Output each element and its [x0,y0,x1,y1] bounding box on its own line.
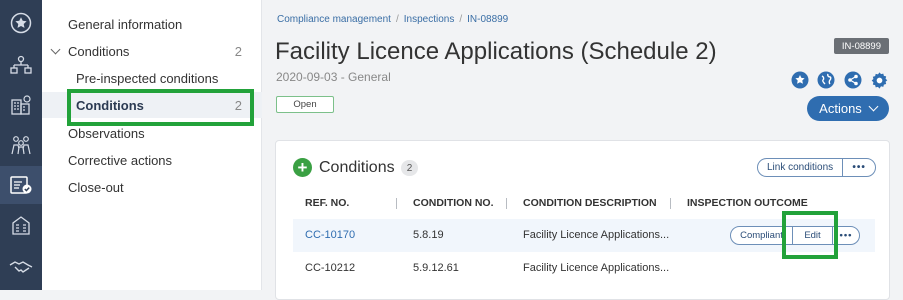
condition-description-cell: Facility Licence Applications... [523,262,670,274]
breadcrumb: Compliance management / Inspections / IN… [277,14,508,25]
card-title: Conditions [319,159,395,176]
sidebar-item-label: Conditions [68,43,130,59]
page-subtitle: 2020-09-03 - General [276,70,391,84]
handshake-icon[interactable] [0,248,42,286]
sidebar-item-close-out[interactable]: Close-out [42,174,262,200]
link-conditions-button[interactable]: Link conditions [758,159,844,176]
sidebar-item-label: Corrective actions [68,152,173,168]
column-header-condition-description[interactable]: CONDITION DESCRIPTION [523,197,657,209]
group-people-icon[interactable] [0,126,42,164]
highlight-box [67,89,254,126]
ref-no-cell[interactable]: CC-10212 [305,262,355,274]
page-title: Facility Licence Applications (Schedule … [275,38,717,65]
breadcrumb-separator: / [459,14,463,25]
breadcrumb-separator: / [395,14,399,25]
sidebar-item-count: 2 [234,43,242,59]
condition-no-cell: 5.9.12.61 [413,262,459,274]
sidebar-item-label: Observations [68,125,145,141]
condition-no-cell: 5.8.19 [413,229,444,241]
condition-description-cell: Facility Licence Applications... [523,229,670,241]
sidebar-item-general-information[interactable]: General information [42,11,262,37]
app-icon-rail [0,0,42,290]
inspection-checklist-icon[interactable] [0,166,42,204]
record-sidebar-nav: General information Conditions 2 Pre-ins… [42,0,262,290]
column-divider [670,198,671,209]
facility-building-icon[interactable] [0,206,42,244]
share-icon[interactable] [843,70,863,90]
breadcrumb-link-compliance-management[interactable]: Compliance management [277,14,391,25]
more-options-button[interactable]: ••• [843,159,875,176]
breadcrumb-current: IN-08899 [467,14,509,25]
column-header-condition-no[interactable]: CONDITION NO. [413,197,494,209]
globe-icon[interactable] [816,70,836,90]
sidebar-item-label: General information [68,16,183,32]
chevron-down-icon[interactable] [50,44,61,55]
sidebar-item-label: Close-out [68,179,124,195]
count-badge: 2 [401,160,418,176]
column-header-inspection-outcome[interactable]: INSPECTION OUTCOME [687,197,808,209]
conditions-card: + Conditions 2 Link conditions ••• REF. … [275,140,890,300]
column-divider [396,198,397,209]
actions-button-label: Actions [819,101,862,116]
sidebar-item-label: Pre-inspected conditions [76,70,219,86]
column-header-ref-no[interactable]: REF. NO. [305,197,349,209]
link-conditions-button-group: Link conditions ••• [757,158,877,177]
record-id-badge: IN-08899 [833,38,889,54]
chevron-down-icon [868,101,879,112]
buildings-tree-icon[interactable] [0,86,42,124]
gear-icon[interactable] [869,70,889,90]
column-divider [506,198,507,209]
sidebar-item-pre-inspected-conditions[interactable]: Pre-inspected conditions [42,65,262,91]
main-content: Compliance management / Inspections / IN… [262,0,903,300]
actions-dropdown-button[interactable]: Actions [807,96,889,121]
status-badge: Open [276,96,334,113]
favorite-star-icon[interactable] [790,70,810,90]
people-hierarchy-icon[interactable] [0,46,42,84]
ref-no-link[interactable]: CC-10170 [305,229,355,241]
favorites-star-icon[interactable] [0,4,42,42]
sidebar-item-corrective-actions[interactable]: Corrective actions [42,147,262,173]
highlight-box [782,211,838,259]
breadcrumb-link-inspections[interactable]: Inspections [404,14,455,25]
sidebar-group-conditions[interactable]: Conditions 2 [42,38,262,64]
add-condition-icon[interactable]: + [293,158,312,177]
